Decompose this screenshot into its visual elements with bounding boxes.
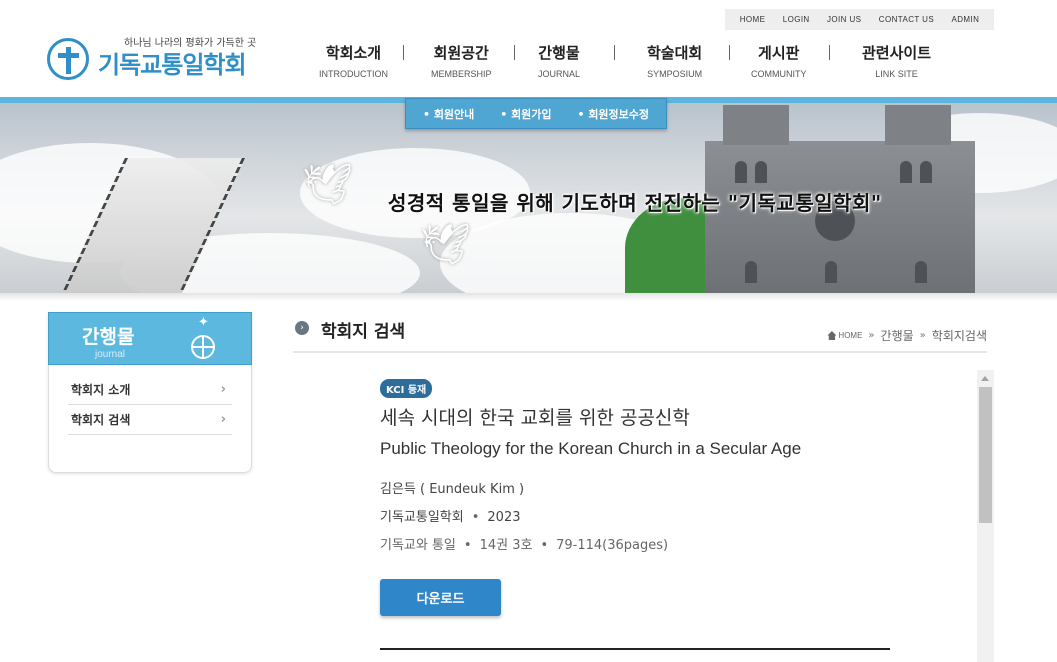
membership-submenu: 회원안내 회원가입 회원정보수정 [405,98,667,129]
breadcrumb-level1[interactable]: 간행물 [881,327,914,344]
sidebar-title: 간행물 [82,326,135,348]
paper-publisher: 기독교통일학회 [380,510,464,525]
home-link[interactable]: HOME [740,15,766,24]
paper-detail: KCI 등재 세속 시대의 한국 교회를 위한 공공신학 Public Theo… [293,370,993,662]
cross-logo-icon [47,38,89,80]
paper-title-english: Public Theology for the Korean Church in… [380,439,802,458]
breadcrumb-separator-icon: » [919,330,926,341]
section-divider [380,648,890,650]
nav-sublabel: COMMUNITY [751,69,807,79]
kci-badge: KCI 등재 [380,379,433,398]
paper-pages: 79-114(36pages) [556,538,669,553]
utility-links: HOME LOGIN JOIN US CONTACT US ADMIN [725,9,994,30]
sidebar-item-journal-search[interactable]: 학회지 검색 › [68,405,232,435]
scrollbar-thumb[interactable] [979,387,992,523]
nav-divider [614,45,615,60]
chevron-right-icon: › [220,382,226,397]
breadcrumb-separator-icon: » [868,330,875,341]
sidebar: 간행물 journal ✦ 학회지 소개 › 학회지 검색 › [48,312,252,473]
join-us-link[interactable]: JOIN US [827,15,861,24]
sidebar-header: 간행물 journal ✦ [48,312,252,365]
nav-divider [514,45,515,60]
nav-sublabel: INTRODUCTION [319,69,388,79]
nav-journal[interactable]: 간행물 JOURNAL [538,42,580,79]
nav-divider [403,45,404,60]
vertical-scrollbar[interactable] [977,370,994,662]
nav-divider [829,45,830,60]
nav-sublabel: LINK SITE [875,69,918,79]
nav-label: 학술대회 [647,44,703,62]
contact-us-link[interactable]: CONTACT US [879,15,934,24]
nav-link-site[interactable]: 관련사이트 LINK SITE [862,42,931,79]
banner-shadow [0,293,1057,301]
nav-community[interactable]: 게시판 COMMUNITY [751,42,807,79]
nav-label: 회원공간 [433,44,489,62]
nav-membership[interactable]: 회원공간 MEMBERSHIP [431,42,492,79]
paper-year: 2023 [487,510,521,525]
paper-journal-line: 기독교와 통일 • 14권 3호 • 79-114(36pages) [380,538,669,553]
nav-label: 게시판 [758,44,800,62]
page-title: 학회지 검색 [321,322,406,342]
chevron-right-icon: › [220,412,226,427]
login-link[interactable]: LOGIN [783,15,810,24]
nav-sublabel: MEMBERSHIP [431,69,492,79]
nav-label: 관련사이트 [862,44,932,62]
nav-sublabel: JOURNAL [538,69,581,79]
nav-introduction[interactable]: 학회소개 INTRODUCTION [319,42,388,79]
nav-label: 학회소개 [325,44,382,62]
main-navigation: 학회소개 INTRODUCTION 회원공간 MEMBERSHIP 간행물 JO… [300,42,1000,82]
cathedral-image [705,105,975,293]
page-header: › 학회지 검색 HOME » 간행물 » 학회지검색 [293,312,987,353]
paper-publisher-line: 기독교통일학회 • 2023 [380,510,521,525]
nav-divider [729,45,730,60]
download-button[interactable]: 다운로드 [380,579,501,616]
paper-journal: 기독교와 통일 [380,538,456,553]
person-icon: ✦ [198,315,209,330]
bullet-arrow-icon: › [295,321,309,335]
scroll-up-icon[interactable] [981,376,989,381]
nav-sublabel: SYMPOSIUM [647,69,703,79]
submenu-member-edit[interactable]: 회원정보수정 [577,106,649,122]
sidebar-item-journal-intro[interactable]: 학회지 소개 › [68,375,232,405]
globe-icon [191,335,215,359]
breadcrumb-home[interactable]: HOME [827,331,862,340]
breadcrumb-level2[interactable]: 학회지검색 [932,327,987,344]
dove-icon: 🕊 [302,162,353,208]
admin-link[interactable]: ADMIN [951,15,979,24]
submenu-member-join[interactable]: 회원가입 [500,106,551,122]
submenu-member-info[interactable]: 회원안내 [423,106,474,122]
nav-label: 간행물 [538,44,580,62]
sidebar-menu: 학회지 소개 › 학회지 검색 › [68,375,232,435]
hero-banner: 🕊 🕊 성경적 통일을 위해 기도하며 전진하는 "기독교통일학회" [0,103,1057,293]
paper-issue: 14권 3호 [479,538,533,553]
sidebar-item-label: 학회지 소개 [71,383,131,397]
paper-author: 김은득 ( Eundeuk Kim ) [380,482,525,497]
banner-slogan: 성경적 통일을 위해 기도하며 전진하는 "기독교통일학회" [388,191,882,215]
paper-title-korean: 세속 시대의 한국 교회를 위한 공공신학 [380,407,690,429]
breadcrumb-home-label: HOME [838,331,863,340]
home-icon [827,331,837,340]
logo-title: 기독교통일학회 [98,51,247,79]
site-logo[interactable]: 하나님 나라의 평화가 가득한 곳 기독교통일학회 [47,34,257,80]
breadcrumb: HOME » 간행물 » 학회지검색 [827,327,987,344]
sidebar-item-label: 학회지 검색 [71,413,131,427]
nav-symposium[interactable]: 학술대회 SYMPOSIUM [647,42,702,79]
sidebar-subtitle: journal [95,349,126,360]
dove-icon: 🕊 [420,222,471,268]
